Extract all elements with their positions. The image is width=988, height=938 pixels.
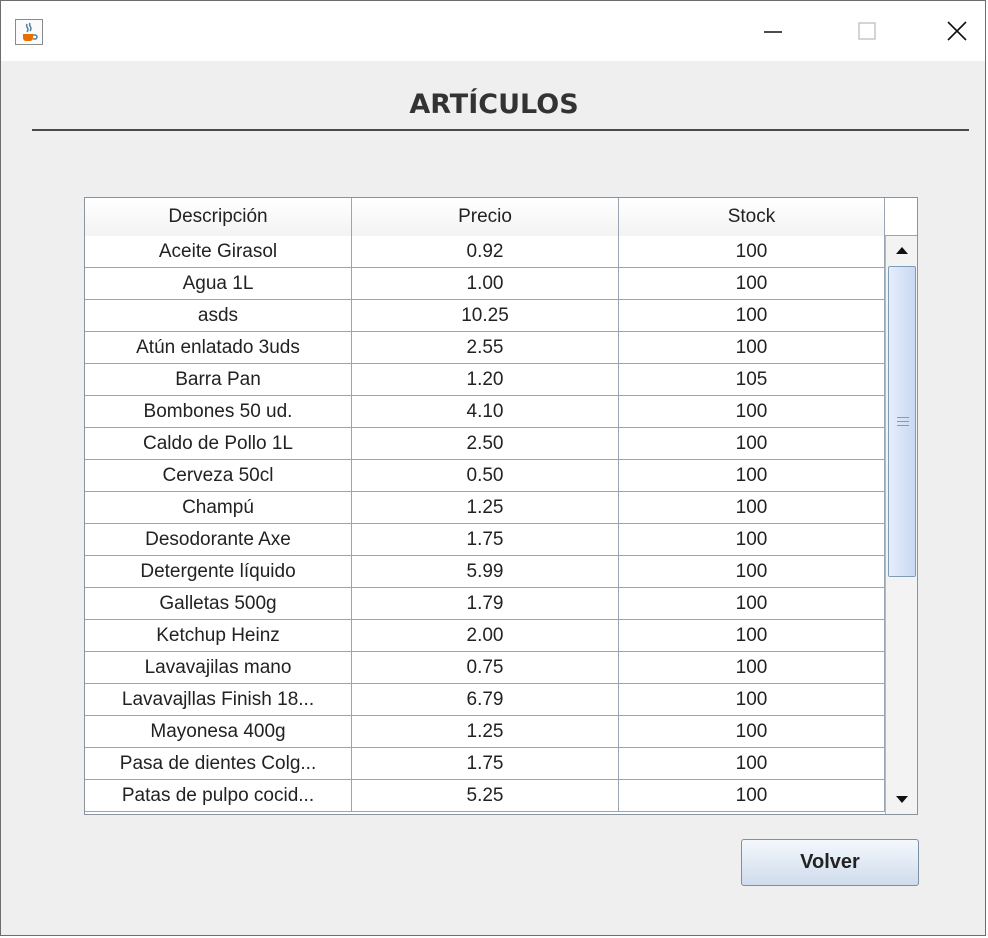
table-row[interactable]: Lavavajilas mano 0.75 100 (85, 652, 885, 684)
cell-descripcion: Champú (85, 492, 352, 523)
table-row[interactable]: Lavavajllas Finish 18... 6.79 100 (85, 684, 885, 716)
cell-precio: 1.79 (352, 588, 619, 619)
table-row[interactable]: Atún enlatado 3uds 2.55 100 (85, 332, 885, 364)
table-row[interactable]: Ketchup Heinz 2.00 100 (85, 620, 885, 652)
cell-stock: 100 (619, 332, 885, 363)
cell-descripcion: Galletas 500g (85, 588, 352, 619)
scroll-grip-icon (897, 417, 909, 429)
cell-descripcion: Barra Pan (85, 364, 352, 395)
title-divider (32, 129, 969, 131)
scroll-thumb[interactable] (888, 266, 916, 577)
cell-stock: 100 (619, 556, 885, 587)
table-row[interactable]: Barra Pan 1.20 105 (85, 364, 885, 396)
arrow-up-icon (895, 247, 908, 254)
cell-precio: 1.00 (352, 268, 619, 299)
cell-precio: 6.79 (352, 684, 619, 715)
maximize-button[interactable] (837, 1, 897, 61)
vertical-scrollbar[interactable] (885, 236, 917, 814)
cell-descripcion: Caldo de Pollo 1L (85, 428, 352, 459)
cell-precio: 10.25 (352, 300, 619, 331)
table-row[interactable]: Aceite Girasol 0.92 100 (85, 236, 885, 268)
column-header-precio[interactable]: Precio (352, 198, 619, 236)
cell-precio: 5.99 (352, 556, 619, 587)
app-window: ARTÍCULOS Descripción Precio Stock Aceit… (0, 0, 986, 936)
close-icon (947, 21, 967, 41)
cell-stock: 100 (619, 524, 885, 555)
table-row[interactable]: Champú 1.25 100 (85, 492, 885, 524)
cell-precio: 4.10 (352, 396, 619, 427)
cell-precio: 0.50 (352, 460, 619, 491)
minimize-icon (764, 31, 782, 33)
cell-precio: 1.75 (352, 748, 619, 779)
cell-precio: 1.25 (352, 716, 619, 747)
minimize-button[interactable] (743, 1, 803, 61)
cell-stock: 100 (619, 492, 885, 523)
cell-descripcion: Patas de pulpo cocid... (85, 780, 352, 811)
table-header-corner (885, 198, 917, 236)
cell-descripcion: Desodorante Axe (85, 524, 352, 555)
cell-stock: 100 (619, 300, 885, 331)
table-header: Descripción Precio Stock (85, 198, 885, 237)
cell-descripcion: Bombones 50 ud. (85, 396, 352, 427)
cell-precio: 0.92 (352, 236, 619, 267)
cell-stock: 100 (619, 684, 885, 715)
cell-descripcion: Lavavajllas Finish 18... (85, 684, 352, 715)
table-row[interactable]: Pasa de dientes Colg... 1.75 100 (85, 748, 885, 780)
cell-precio: 5.25 (352, 780, 619, 811)
cell-stock: 100 (619, 716, 885, 747)
cell-stock: 100 (619, 620, 885, 651)
cell-stock: 100 (619, 780, 885, 811)
cell-descripcion: Agua 1L (85, 268, 352, 299)
column-header-stock[interactable]: Stock (619, 198, 885, 236)
table-row[interactable]: Bombones 50 ud. 4.10 100 (85, 396, 885, 428)
cell-stock: 100 (619, 268, 885, 299)
table-row[interactable]: asds 10.25 100 (85, 300, 885, 332)
articles-table[interactable]: Descripción Precio Stock Aceite Girasol 0… (84, 197, 918, 815)
close-button[interactable] (927, 1, 987, 61)
cell-stock: 100 (619, 396, 885, 427)
cell-descripcion: Pasa de dientes Colg... (85, 748, 352, 779)
cell-descripcion: asds (85, 300, 352, 331)
cell-descripcion: Cerveza 50cl (85, 460, 352, 491)
cell-stock: 100 (619, 428, 885, 459)
cell-precio: 1.25 (352, 492, 619, 523)
table-row[interactable]: Caldo de Pollo 1L 2.50 100 (85, 428, 885, 460)
title-bar[interactable] (1, 1, 985, 61)
table-row[interactable]: Galletas 500g 1.79 100 (85, 588, 885, 620)
cell-precio: 0.75 (352, 652, 619, 683)
cell-precio: 1.20 (352, 364, 619, 395)
cell-precio: 2.55 (352, 332, 619, 363)
cell-stock: 100 (619, 460, 885, 491)
java-cup-icon (15, 19, 43, 45)
cell-precio: 2.00 (352, 620, 619, 651)
arrow-down-icon (895, 796, 908, 803)
cell-precio: 2.50 (352, 428, 619, 459)
column-header-descripcion[interactable]: Descripción (85, 198, 352, 236)
table-row[interactable]: Desodorante Axe 1.75 100 (85, 524, 885, 556)
table-row[interactable]: Mayonesa 400g 1.25 100 (85, 716, 885, 748)
cell-descripcion: Atún enlatado 3uds (85, 332, 352, 363)
table-row[interactable]: Detergente líquido 5.99 100 (85, 556, 885, 588)
cell-stock: 100 (619, 748, 885, 779)
cell-stock: 100 (619, 588, 885, 619)
cell-stock: 105 (619, 364, 885, 395)
cell-descripcion: Mayonesa 400g (85, 716, 352, 747)
table-body: Aceite Girasol 0.92 100 Agua 1L 1.00 100 asds 1… (85, 236, 885, 814)
scroll-down-button[interactable] (886, 784, 917, 814)
cell-descripcion: Ketchup Heinz (85, 620, 352, 651)
cell-descripcion: Lavavajilas mano (85, 652, 352, 683)
cell-stock: 100 (619, 236, 885, 267)
back-button[interactable]: Volver (741, 839, 919, 886)
table-row[interactable]: Cerveza 50cl 0.50 100 (85, 460, 885, 492)
cell-precio: 1.75 (352, 524, 619, 555)
maximize-icon (858, 22, 876, 40)
cell-stock: 100 (619, 652, 885, 683)
table-row[interactable]: Agua 1L 1.00 100 (85, 268, 885, 300)
page-title: ARTÍCULOS (409, 89, 579, 120)
cell-descripcion: Detergente líquido (85, 556, 352, 587)
cell-descripcion: Aceite Girasol (85, 236, 352, 267)
scroll-up-button[interactable] (886, 236, 917, 266)
table-row[interactable]: Patas de pulpo cocid... 5.25 100 (85, 780, 885, 812)
